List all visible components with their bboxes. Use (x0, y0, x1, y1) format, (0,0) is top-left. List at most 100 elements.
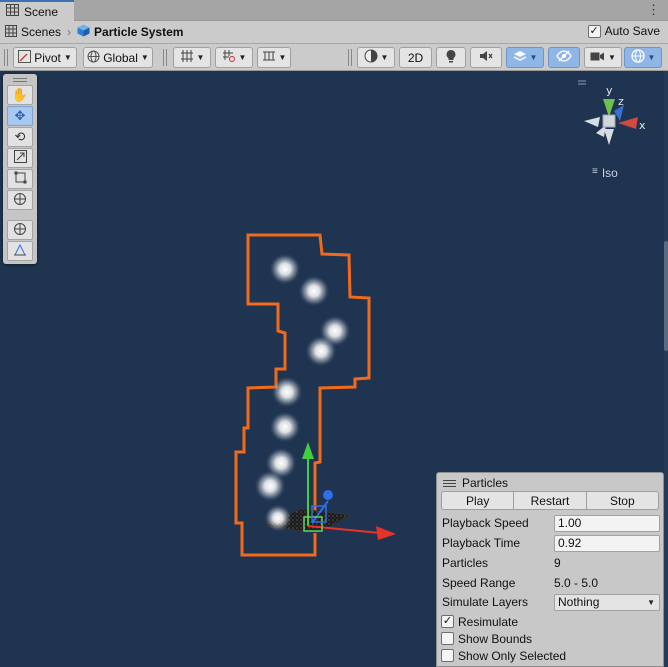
chevron-down-icon: ▼ (278, 53, 287, 62)
move-tool-button[interactable]: ✥ (7, 106, 33, 126)
breadcrumb-scenes[interactable]: Scenes (0, 24, 62, 40)
auto-save-checkbox[interactable]: ✓ (587, 24, 601, 38)
particle (269, 253, 301, 285)
shaded-sphere-icon (364, 49, 378, 66)
particles-panel-title: Particles (462, 476, 509, 490)
playback-time-field[interactable]: 0.92 (554, 534, 660, 552)
neg-y-cone[interactable] (604, 129, 614, 145)
show-bounds-toggle[interactable]: Show Bounds (441, 630, 532, 647)
chevron-down-icon: ▼ (380, 53, 389, 62)
stop-button[interactable]: Stop (586, 491, 659, 510)
increment-snap-button[interactable]: ▼ (215, 47, 253, 68)
gizmos-dropdown[interactable]: ▼ (624, 47, 662, 68)
view-mode-label[interactable]: ≡ Iso (592, 166, 618, 180)
show-only-selected-checkbox[interactable] (441, 649, 454, 662)
grid-snap-button[interactable]: ▼ (173, 47, 211, 68)
playback-speed-field[interactable]: 1.00 (554, 514, 660, 532)
toolbar-grip[interactable] (4, 49, 8, 66)
global-dropdown[interactable]: Global ▼ (83, 47, 153, 68)
particle (264, 504, 292, 532)
pivot-dropdown[interactable]: Pivot ▼ (13, 47, 77, 68)
y-axis-arrow[interactable] (302, 442, 314, 459)
auto-save-toggle[interactable]: ✓ Auto Save (587, 24, 660, 38)
effects-dropdown[interactable]: ▼ (506, 47, 544, 68)
speed-range-label: Speed Range (442, 576, 516, 590)
chevron-down-icon: ▼ (647, 597, 655, 607)
show-bounds-checkbox[interactable] (441, 632, 454, 645)
particle (254, 470, 286, 502)
align-button[interactable]: ▼ (257, 47, 291, 68)
speed-range-value: 5.0 - 5.0 (554, 576, 599, 590)
y-axis-cone[interactable] (603, 99, 615, 117)
scene-icon (6, 4, 19, 19)
simulate-layers-dropdown[interactable]: Nothing ▼ (554, 593, 660, 611)
resimulate-checkbox[interactable]: ✓ (441, 615, 454, 628)
scenes-icon (5, 24, 17, 40)
breadcrumb-particle-system[interactable]: Particle System (77, 24, 183, 40)
rotate-icon: ⟲ (14, 129, 26, 144)
breadcrumb-scenes-label: Scenes (21, 25, 62, 39)
z-axis-handle[interactable] (323, 490, 333, 500)
x-axis-arrow[interactable] (376, 526, 396, 540)
simulate-layers-value: Nothing (558, 595, 600, 609)
resimulate-toggle[interactable]: ✓ Resimulate (441, 613, 518, 630)
breadcrumb-separator-icon: › (67, 25, 72, 39)
viewport-scrollbar[interactable] (664, 71, 668, 667)
show-bounds-label: Show Bounds (458, 631, 533, 646)
scene-visibility-toggle[interactable] (548, 47, 580, 68)
x-axis-cone[interactable] (618, 117, 638, 129)
pivot-icon (18, 49, 32, 66)
play-button[interactable]: Play (441, 491, 515, 510)
increment-snap-icon (222, 49, 236, 66)
chevron-down-icon: ▼ (140, 53, 149, 62)
rotate-tool-button[interactable]: ⟲ (7, 127, 33, 147)
audio-toggle[interactable] (470, 47, 502, 68)
chevron-down-icon: ▼ (529, 53, 538, 62)
show-only-selected-toggle[interactable]: Show Only Selected (441, 647, 566, 664)
particles-panel-header[interactable]: Particles (443, 476, 508, 490)
hand-tool-button[interactable]: ✋ (7, 85, 33, 105)
eye-slash-icon (556, 50, 572, 65)
simulate-layers-row: Simulate Layers Nothing ▼ (442, 593, 660, 611)
move-icon: ✥ (14, 108, 26, 123)
particles-count-label: Particles (442, 556, 489, 570)
transform-tool-button[interactable] (7, 190, 33, 210)
gizmo-center-cube[interactable] (602, 114, 616, 128)
scale-tool-button[interactable] (7, 148, 33, 168)
iso-label: Iso (601, 166, 618, 180)
palette-grip[interactable] (13, 78, 27, 82)
toolbar-grip[interactable] (163, 49, 167, 66)
tab-scene[interactable]: Scene (0, 0, 74, 21)
custom-tool-icon (13, 222, 27, 239)
resimulate-label: Resimulate (458, 614, 519, 629)
particle-editor-icon (13, 243, 27, 260)
layers-icon (513, 50, 527, 66)
neg-x-cone[interactable] (584, 117, 600, 127)
breadcrumb: Scenes › Particle System ✓ Auto Save (0, 21, 668, 44)
simulate-layers-label: Simulate Layers (442, 595, 529, 609)
camera-icon (590, 51, 605, 65)
camera-dropdown[interactable]: ▼ (584, 47, 622, 68)
scene-toolbar: Pivot ▼ Global ▼ ▼ ▼ ▼ ▼ 2D ▼ ▼ ▼ (0, 44, 668, 71)
scale-icon (13, 150, 27, 166)
tab-scene-label: Scene (24, 4, 59, 19)
mode-2d-button[interactable]: 2D (399, 47, 432, 68)
particle (305, 335, 337, 367)
custom-tool-button[interactable] (7, 220, 33, 240)
editor-tool-button[interactable] (7, 241, 33, 261)
rect-icon (14, 171, 27, 187)
rect-tool-button[interactable] (7, 169, 33, 189)
restart-button[interactable]: Restart (514, 491, 587, 510)
show-only-selected-label: Show Only Selected (458, 648, 567, 663)
particles-count-value: 9 (554, 556, 561, 570)
transform-icon (13, 192, 27, 209)
shading-mode-dropdown[interactable]: ▼ (357, 47, 395, 68)
playback-time-row: Playback Time 0.92 (442, 534, 660, 552)
chevron-down-icon: ▼ (238, 53, 247, 62)
toolbar-grip[interactable] (348, 49, 352, 66)
more-options-icon[interactable]: ⋮ (647, 2, 660, 18)
playback-time-label: Playback Time (442, 536, 521, 550)
lighting-toggle[interactable] (436, 47, 466, 68)
particle (269, 411, 301, 443)
gizmo-x-label: x (639, 119, 646, 132)
